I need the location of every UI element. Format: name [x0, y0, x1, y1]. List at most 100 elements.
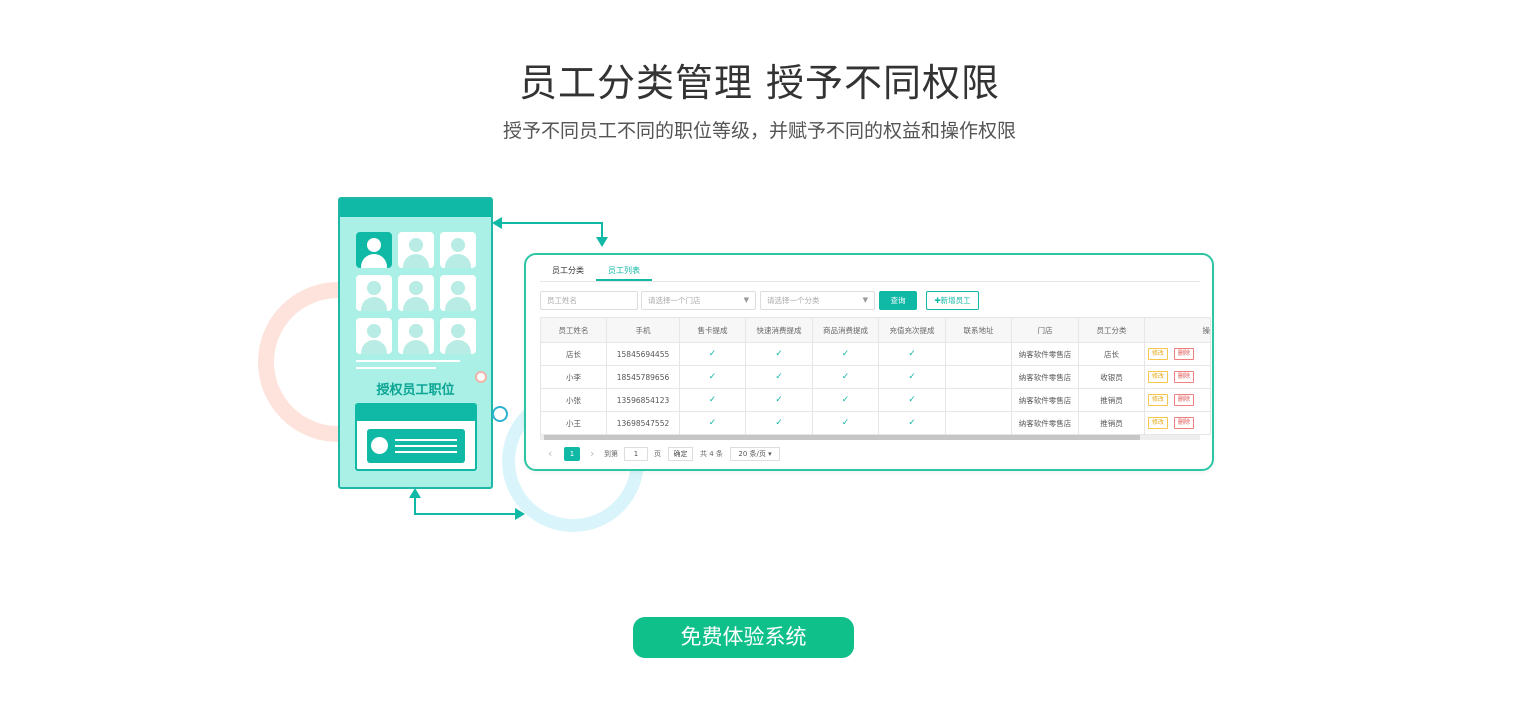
table-row: 小王 13698547552 ✓ ✓ ✓ ✓ 纳客软件零售店 推销员 修改 删除 [540, 411, 1211, 435]
avatar-icon [356, 232, 392, 268]
delete-button[interactable]: 删除 [1174, 417, 1195, 429]
tab-employee-category[interactable]: 员工分类 [540, 263, 596, 279]
check-icon: ✓ [812, 365, 879, 389]
employee-name-input[interactable]: 员工姓名 [540, 291, 638, 310]
check-icon: ✓ [745, 411, 813, 435]
next-page-icon[interactable]: › [590, 447, 594, 461]
column-header: 售卡提成 [679, 317, 746, 343]
tab-employee-list[interactable]: 员工列表 [596, 263, 652, 281]
arrow-up-icon [409, 488, 421, 498]
decorative-dot-blue [492, 406, 508, 422]
column-header: 门店 [1011, 317, 1079, 343]
cell-address [945, 411, 1012, 435]
avatar-icon [398, 275, 434, 311]
check-icon: ✓ [745, 342, 813, 366]
query-button[interactable]: 查询 [879, 291, 917, 310]
id-card-icon [355, 403, 477, 471]
store-select[interactable]: 请选择一个门店 ▼ [641, 291, 756, 310]
avatar-icon [356, 318, 392, 354]
arrow-down-icon [596, 237, 608, 247]
cell-address [945, 365, 1012, 389]
store-select-placeholder: 请选择一个门店 [648, 296, 701, 305]
page-current[interactable]: 1 [564, 447, 580, 461]
edit-button[interactable]: 修改 [1148, 417, 1169, 429]
cell-actions: 修改 删除 [1144, 365, 1211, 389]
cell-phone: 18545789656 [606, 365, 680, 389]
page-size-select[interactable]: 20 条/页 ▾ [730, 447, 780, 461]
scrollbar-thumb[interactable] [544, 435, 1140, 440]
cell-address [945, 388, 1012, 412]
phone-divider [356, 367, 436, 369]
arrow-line-top [500, 222, 602, 224]
category-select[interactable]: 请选择一个分类 ▼ [760, 291, 875, 310]
cell-actions: 修改 删除 [1144, 388, 1211, 412]
employee-name-placeholder: 员工姓名 [547, 296, 577, 305]
table-row: 店长 15845694455 ✓ ✓ ✓ ✓ 纳客软件零售店 店长 修改 删除 [540, 342, 1211, 366]
check-icon: ✓ [679, 342, 746, 366]
goto-confirm-button[interactable]: 确定 [668, 447, 693, 461]
delete-button[interactable]: 删除 [1174, 394, 1195, 406]
cell-category: 收银员 [1078, 365, 1145, 389]
arrow-left-icon [492, 217, 502, 229]
free-trial-button[interactable]: 免费体验系统 [633, 617, 854, 658]
delete-button[interactable]: 删除 [1174, 371, 1195, 383]
cell-actions: 修改 删除 [1144, 411, 1211, 435]
edit-button[interactable]: 修改 [1148, 371, 1169, 383]
decorative-dot-pink [475, 371, 487, 383]
cell-category: 店长 [1078, 342, 1145, 366]
arrow-right-icon [515, 508, 525, 520]
tab-divider [540, 281, 1200, 282]
check-icon: ✓ [679, 411, 746, 435]
cell-category: 推销员 [1078, 411, 1145, 435]
cell-name: 小张 [540, 388, 607, 412]
edit-button[interactable]: 修改 [1148, 394, 1169, 406]
goto-label: 到第 [604, 450, 618, 458]
cell-store: 纳客软件零售店 [1011, 365, 1079, 389]
page-unit: 页 [654, 450, 661, 458]
cell-name: 小王 [540, 411, 607, 435]
table-header-row: 员工姓名 手机 售卡提成 快速消费提成 商品消费提成 充值充次提成 联系地址 门… [540, 317, 1211, 343]
table-row: 小张 13596854123 ✓ ✓ ✓ ✓ 纳客软件零售店 推销员 修改 删除 [540, 388, 1211, 412]
check-icon: ✓ [812, 411, 879, 435]
horizontal-scrollbar[interactable] [540, 435, 1200, 440]
avatar-icon [398, 232, 434, 268]
table-row: 小李 18545789656 ✓ ✓ ✓ ✓ 纳客软件零售店 收银员 修改 删除 [540, 365, 1211, 389]
column-header: 手机 [606, 317, 680, 343]
phone-divider [356, 360, 460, 362]
page-title: 员工分类管理 授予不同权限 [518, 61, 1001, 105]
column-header: 员工分类 [1078, 317, 1145, 343]
column-header: 商品消费提成 [812, 317, 879, 343]
avatar-icon [398, 318, 434, 354]
cell-phone: 13596854123 [606, 388, 680, 412]
cell-name: 店长 [540, 342, 607, 366]
delete-button[interactable]: 删除 [1174, 348, 1195, 360]
phone-illustration: 授权员工职位 [338, 197, 493, 489]
cell-actions: 修改 删除 [1144, 342, 1211, 366]
cell-address [945, 342, 1012, 366]
total-count: 共 4 条 [700, 450, 723, 458]
check-icon: ✓ [878, 388, 946, 412]
employee-table: 员工姓名 手机 售卡提成 快速消费提成 商品消费提成 充值充次提成 联系地址 门… [540, 317, 1211, 435]
category-select-placeholder: 请选择一个分类 [767, 296, 820, 305]
edit-button[interactable]: 修改 [1148, 348, 1169, 360]
column-header: 快速消费提成 [745, 317, 813, 343]
column-header: 操 [1144, 317, 1211, 343]
avatar-icon [356, 275, 392, 311]
page-subtitle: 授予不同员工不同的职位等级，并赋予不同的权益和操作权限 [502, 120, 1016, 142]
arrow-line-bottom [414, 513, 517, 515]
column-header: 联系地址 [945, 317, 1012, 343]
cell-store: 纳客软件零售店 [1011, 342, 1079, 366]
chevron-down-icon: ▼ [743, 296, 749, 304]
arrow-line-bottom-up [414, 497, 416, 514]
goto-page-input[interactable]: 1 [624, 447, 648, 461]
chevron-down-icon: ▼ [862, 296, 868, 304]
check-icon: ✓ [878, 411, 946, 435]
cell-phone: 15845694455 [606, 342, 680, 366]
employee-list-panel: 员工分类 员工列表 员工姓名 请选择一个门店 ▼ 请选择一个分类 ▼ 查询 ✚新增员… [524, 253, 1214, 471]
check-icon: ✓ [745, 365, 813, 389]
prev-page-icon[interactable]: ‹ [548, 447, 552, 461]
check-icon: ✓ [745, 388, 813, 412]
avatar-icon [440, 232, 476, 268]
add-employee-button[interactable]: ✚新增员工 [926, 291, 979, 310]
cell-store: 纳客软件零售店 [1011, 388, 1079, 412]
